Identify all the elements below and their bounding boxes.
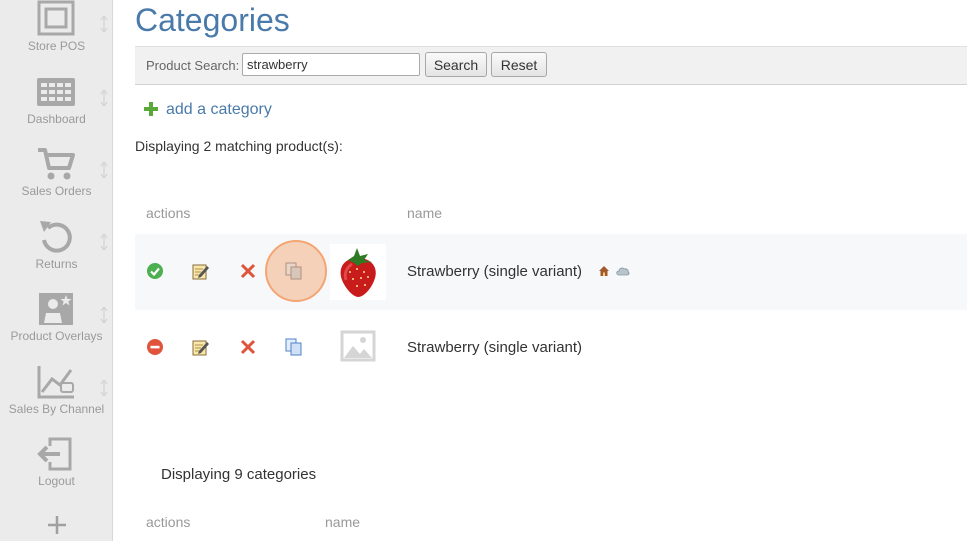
column-header-name[interactable]: name [407, 205, 442, 221]
minus-circle-icon[interactable] [146, 338, 164, 356]
sidebar-item-store-pos[interactable]: Store POS [0, 0, 113, 70]
logout-icon [36, 436, 76, 472]
add-category-label: add a category [166, 101, 272, 118]
search-button[interactable]: Search [425, 52, 487, 77]
delete-icon[interactable] [239, 338, 257, 356]
sidebar-item-label: Product Overlays [10, 329, 103, 343]
sidebar-item-logout[interactable]: Logout [0, 436, 113, 506]
column-header-actions: actions [146, 514, 191, 530]
sidebar-item-sales-by-channel[interactable]: Sales By Channel [0, 364, 113, 434]
drag-handle-icon[interactable] [100, 233, 108, 251]
delete-icon[interactable] [239, 262, 257, 280]
edit-icon[interactable] [191, 338, 209, 356]
copy-icon[interactable] [285, 338, 303, 356]
search-bar: Product Search: Search Reset [135, 46, 967, 85]
column-header-name[interactable]: name [325, 514, 360, 530]
search-label: Product Search: [146, 58, 240, 73]
product-name[interactable]: Strawberry (single variant) [407, 263, 582, 280]
store-pos-icon [36, 0, 76, 36]
product-name[interactable]: Strawberry (single variant) [407, 339, 582, 356]
sidebar-item-product-overlays[interactable]: Product Overlays [0, 291, 113, 361]
check-circle-icon[interactable] [146, 262, 164, 280]
reset-button[interactable]: Reset [491, 52, 547, 77]
drag-handle-icon[interactable] [100, 89, 108, 107]
categories-count-text: Displaying 9 categories [161, 466, 317, 483]
returns-icon [36, 218, 76, 254]
dashboard-icon [36, 74, 76, 110]
drag-handle-icon[interactable] [100, 379, 108, 397]
sidebar-item-returns[interactable]: Returns [0, 218, 113, 288]
drag-handle-icon[interactable] [100, 306, 108, 324]
drag-handle-icon[interactable] [100, 15, 108, 33]
product-overlay-icon [36, 291, 76, 327]
sidebar: Store POS Dashboard Sales Orders Returns… [0, 0, 113, 541]
plus-icon [144, 102, 158, 116]
cloud-icon[interactable] [616, 264, 630, 276]
sidebar-item-label: Sales By Channel [8, 402, 105, 416]
products-count-text: Displaying 2 matching product(s): [135, 138, 343, 154]
sidebar-item-label: Returns [35, 257, 78, 271]
sidebar-item-label: Sales Orders [21, 184, 92, 198]
sales-chart-icon [36, 364, 76, 400]
plus-icon[interactable] [47, 515, 67, 535]
sidebar-item-label: Store POS [27, 39, 86, 53]
edit-icon[interactable] [191, 262, 209, 280]
table-row: Strawberry (single variant) [135, 234, 967, 310]
table-row: Strawberry (single variant) [135, 310, 967, 386]
drag-handle-icon[interactable] [100, 161, 108, 179]
image-placeholder-icon[interactable] [330, 320, 386, 376]
sidebar-item-dashboard[interactable]: Dashboard [0, 74, 113, 144]
home-icon[interactable] [598, 264, 610, 276]
product-image[interactable] [330, 244, 386, 300]
search-input[interactable] [242, 53, 420, 76]
page-title: Categories [135, 2, 290, 38]
sidebar-item-label: Dashboard [27, 112, 86, 126]
cart-icon [36, 146, 76, 182]
column-header-actions: actions [146, 205, 191, 221]
sidebar-item-sales-orders[interactable]: Sales Orders [0, 146, 113, 216]
sidebar-item-label: Logout [38, 474, 75, 488]
copy-icon[interactable] [285, 262, 303, 280]
main-content: Categories Product Search: Search Reset … [113, 0, 967, 541]
